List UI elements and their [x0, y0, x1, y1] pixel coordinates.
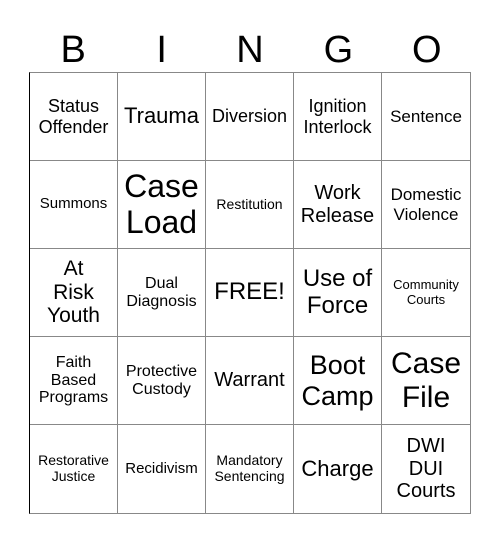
bingo-cell[interactable]: Case File: [382, 337, 470, 425]
cell-label: Case Load: [124, 167, 199, 240]
cell-label: Ignition Interlock: [303, 96, 372, 137]
cell-label: Domestic Violence: [390, 185, 462, 224]
cell-label: Restorative Justice: [38, 452, 109, 484]
bingo-cell[interactable]: Sentence: [382, 73, 470, 161]
bingo-cell[interactable]: Work Release: [294, 161, 382, 249]
bingo-cell[interactable]: Restorative Justice: [30, 425, 118, 513]
cell-label: Sentence: [390, 106, 462, 126]
bingo-cell[interactable]: Case Load: [118, 161, 206, 249]
bingo-cell[interactable]: Faith Based Programs: [30, 337, 118, 425]
bingo-cell[interactable]: Protective Custody: [118, 337, 206, 425]
bingo-header: B I N G O: [29, 28, 471, 72]
cell-label: DWI DUI Courts: [396, 435, 456, 503]
header-letter-o: O: [412, 29, 442, 71]
cell-label: At Risk Youth: [47, 257, 100, 328]
bingo-cell[interactable]: Charge: [294, 425, 382, 513]
cell-label: Dual Diagnosis: [126, 274, 197, 310]
cell-label: Status Offender: [38, 96, 109, 137]
cell-label: Charge: [301, 455, 374, 481]
bingo-card: Status Offender Trauma Diversion Ignition I…: [29, 72, 471, 514]
cell-label: Summons: [39, 195, 108, 213]
bingo-cell[interactable]: Dual Diagnosis: [118, 249, 206, 337]
bingo-cell[interactable]: DWI DUI Courts: [382, 425, 470, 513]
cell-label: Protective Custody: [125, 362, 198, 398]
bingo-cell[interactable]: Trauma: [118, 73, 206, 161]
header-letter-i: I: [156, 29, 167, 71]
cell-label: Restitution: [216, 195, 283, 212]
cell-label: Diversion: [211, 106, 288, 127]
bingo-cell[interactable]: Mandatory Sentencing: [206, 425, 294, 513]
cell-label: Trauma: [124, 103, 199, 129]
cell-label: Case File: [390, 346, 462, 414]
bingo-cell[interactable]: Diversion: [206, 73, 294, 161]
cell-label: FREE!: [214, 278, 285, 306]
header-letter-n: N: [236, 29, 264, 71]
bingo-cell[interactable]: Use of Force: [294, 249, 382, 337]
bingo-cell[interactable]: Boot Camp: [294, 337, 382, 425]
free-space-cell[interactable]: FREE!: [206, 249, 294, 337]
bingo-cell[interactable]: Community Courts: [382, 249, 470, 337]
bingo-cell[interactable]: Recidivism: [118, 425, 206, 513]
cell-label: Boot Camp: [301, 350, 374, 411]
cell-label: Warrant: [214, 369, 285, 392]
cell-label: Faith Based Programs: [38, 353, 109, 407]
bingo-cell[interactable]: At Risk Youth: [30, 249, 118, 337]
cell-label: Mandatory Sentencing: [214, 452, 285, 484]
header-letter-g: G: [323, 29, 354, 71]
bingo-cell[interactable]: Ignition Interlock: [294, 73, 382, 161]
cell-label: Work Release: [300, 182, 375, 227]
cell-label: Community Courts: [393, 276, 459, 307]
header-letter-b: B: [60, 29, 86, 71]
bingo-cell[interactable]: Summons: [30, 161, 118, 249]
bingo-cell[interactable]: Status Offender: [30, 73, 118, 161]
bingo-cell[interactable]: Restitution: [206, 161, 294, 249]
cell-label: Recidivism: [125, 459, 198, 477]
bingo-cell[interactable]: Domestic Violence: [382, 161, 470, 249]
cell-label: Use of Force: [302, 264, 373, 319]
bingo-cell[interactable]: Warrant: [206, 337, 294, 425]
